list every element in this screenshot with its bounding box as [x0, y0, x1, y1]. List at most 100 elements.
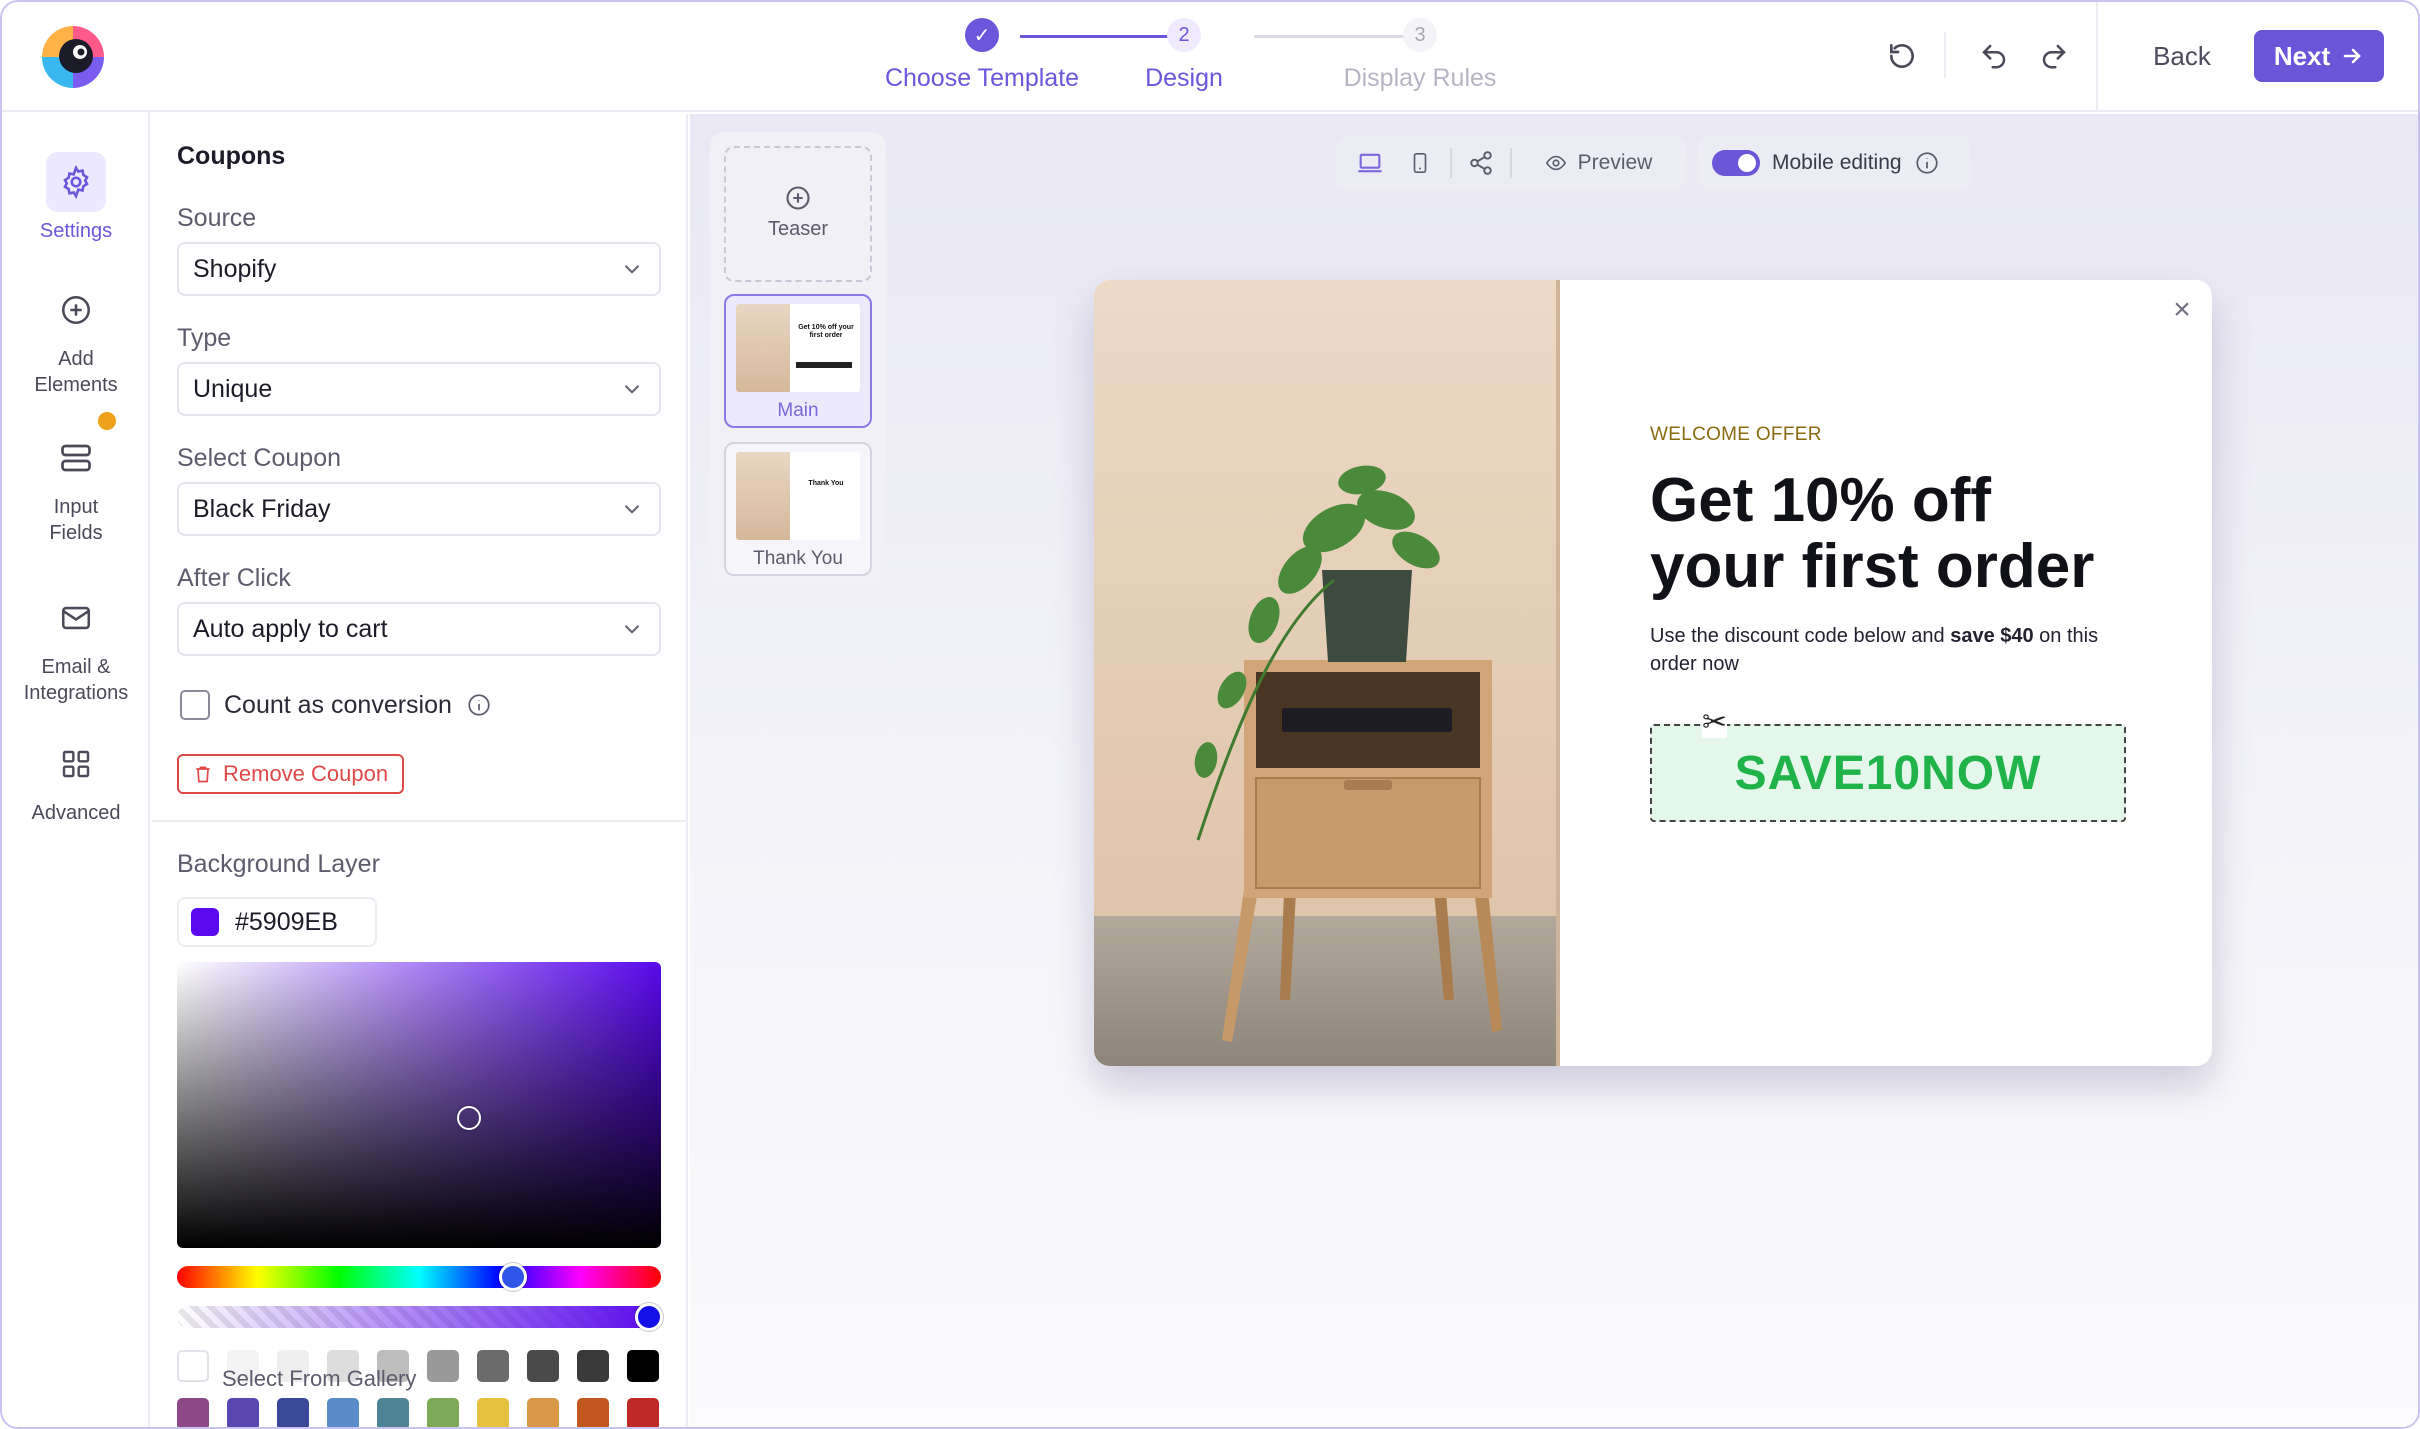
color-swatch[interactable] — [177, 1350, 209, 1382]
color-swatch[interactable] — [577, 1350, 609, 1382]
source-label: Source — [177, 204, 257, 232]
plus-circle-icon — [46, 280, 106, 340]
main-thumbnail[interactable]: Get 10% off your first order Main — [724, 294, 872, 428]
rail-item-label: Email & Integrations — [23, 656, 129, 704]
mini-headline: Get 10% off your first order — [798, 324, 854, 339]
arrow-right-icon — [2343, 48, 2362, 64]
grid-icon — [46, 734, 106, 794]
hue-handle[interactable] — [499, 1263, 527, 1291]
color-swatch[interactable] — [527, 1398, 559, 1427]
color-swatch[interactable] — [477, 1398, 509, 1427]
rail-item-input-fields[interactable]: Input Fields — [2, 428, 150, 546]
step-display-rules[interactable]: 3 Display Rules — [1310, 18, 1530, 93]
count-conversion-checkbox[interactable] — [180, 690, 210, 720]
coupon-select[interactable]: Black Friday — [177, 482, 661, 536]
remove-coupon-button[interactable]: Remove Coupon — [177, 754, 405, 794]
back-button[interactable]: Back — [2130, 32, 2234, 80]
desktop-view-icon[interactable] — [1350, 144, 1390, 182]
color-swatch[interactable] — [177, 1398, 209, 1427]
saturation-picker[interactable] — [177, 962, 661, 1248]
color-swatch[interactable] — [327, 1398, 359, 1427]
step-label: Display Rules — [1343, 64, 1497, 92]
panel-divider — [152, 820, 688, 822]
toolbar-divider — [1944, 32, 1946, 78]
type-value: Unique — [193, 374, 273, 403]
opacity-slider[interactable] — [177, 1303, 663, 1331]
undo-icon[interactable] — [1974, 36, 2014, 76]
rail-item-label: Advanced — [31, 802, 121, 824]
popup-headline[interactable]: Get 10% off your first order — [1650, 468, 2170, 600]
color-swatch[interactable] — [427, 1398, 459, 1427]
editor-canvas: Teaser Get 10% off your first order Main… — [690, 114, 2418, 1427]
rail-item-label: Input Fields — [49, 496, 103, 544]
after-click-value: Auto apply to cart — [193, 614, 388, 643]
mobile-view-icon[interactable] — [1402, 144, 1438, 182]
opacity-handle[interactable] — [635, 1303, 663, 1331]
input-fields-icon — [46, 428, 106, 488]
plus-circle-icon — [786, 186, 810, 210]
eye-icon — [1545, 155, 1566, 171]
mini-thank-you: Thank You — [808, 480, 844, 487]
color-swatch[interactable] — [377, 1398, 409, 1427]
product-photo — [1094, 280, 1560, 1066]
share-icon[interactable] — [1462, 144, 1500, 182]
teaser-thumbnail[interactable]: Teaser — [724, 146, 872, 282]
info-icon[interactable] — [466, 692, 492, 718]
step-label: Design — [1145, 64, 1223, 92]
select-coupon-label: Select Coupon — [177, 444, 342, 472]
mail-icon — [46, 588, 106, 648]
headline-line-2: your first order — [1650, 532, 2095, 601]
reset-icon[interactable] — [1882, 36, 1922, 76]
mobile-editing-label: Mobile editing — [1772, 151, 1902, 174]
rail-item-label: Settings — [39, 220, 113, 242]
color-swatch[interactable] — [477, 1350, 509, 1382]
source-value: Shopify — [193, 254, 277, 283]
next-button[interactable]: Next — [2254, 30, 2384, 82]
popup-preview[interactable]: × WELCOME OFFER Get 10% off your first o… — [1094, 280, 2212, 1066]
chevron-down-icon — [624, 384, 640, 394]
color-hex-input[interactable]: #5909EB — [177, 897, 377, 947]
app-window: ✓ Choose Template 2 Design 3 Display Rul… — [0, 0, 2420, 1429]
mobile-editing-toggle[interactable] — [1712, 150, 1760, 176]
popup-body-text[interactable]: Use the discount code below and save $40… — [1650, 622, 2120, 678]
color-swatch[interactable] — [527, 1350, 559, 1382]
after-click-select[interactable]: Auto apply to cart — [177, 602, 661, 656]
hue-slider[interactable] — [177, 1263, 661, 1291]
rail-item-advanced[interactable]: Advanced — [2, 734, 150, 826]
top-bar: ✓ Choose Template 2 Design 3 Display Rul… — [2, 2, 2418, 112]
after-click-label: After Click — [177, 564, 291, 592]
color-swatch[interactable] — [427, 1350, 459, 1382]
preview-button[interactable]: Preview — [1522, 144, 1672, 182]
left-rail: Settings Add Elements Input Fields Email… — [2, 112, 150, 1427]
color-swatch[interactable] — [277, 1398, 309, 1427]
info-icon[interactable] — [1914, 150, 1940, 176]
rail-item-add-elements[interactable]: Add Elements — [2, 280, 150, 398]
select-from-gallery-link[interactable]: Select From Gallery — [222, 1366, 416, 1392]
thank-you-thumbnail[interactable]: Thank You Thank You — [724, 442, 872, 576]
toolbar-divider — [2096, 2, 2098, 112]
source-select[interactable]: Shopify — [177, 242, 661, 296]
color-swatch[interactable] — [627, 1398, 659, 1427]
color-swatch[interactable] — [577, 1398, 609, 1427]
redo-icon[interactable] — [2034, 36, 2074, 76]
color-swatch[interactable] — [227, 1398, 259, 1427]
close-icon[interactable]: × — [2166, 294, 2198, 326]
remove-coupon-label: Remove Coupon — [223, 761, 389, 786]
headline-line-1: Get 10% off — [1650, 466, 1992, 535]
step-label: Choose Template — [884, 64, 1080, 92]
step-choose-template[interactable]: ✓ Choose Template — [872, 18, 1092, 93]
main-label: Main — [777, 400, 819, 421]
color-hex-value: #5909EB — [235, 907, 338, 936]
step-design[interactable]: 2 Design — [1074, 18, 1294, 93]
rail-item-settings[interactable]: Settings — [2, 152, 150, 244]
type-select[interactable]: Unique — [177, 362, 661, 416]
thumbnail-image — [736, 452, 790, 540]
color-swatch-preview — [191, 908, 219, 936]
saturation-handle[interactable] — [457, 1106, 481, 1130]
color-swatch[interactable] — [627, 1350, 659, 1382]
rail-item-email-integrations[interactable]: Email & Integrations — [2, 588, 150, 706]
thank-you-label: Thank You — [753, 548, 843, 569]
thumbnail-image — [736, 304, 790, 392]
step-number: 2 — [1167, 18, 1201, 52]
swatch-row — [177, 1398, 661, 1427]
